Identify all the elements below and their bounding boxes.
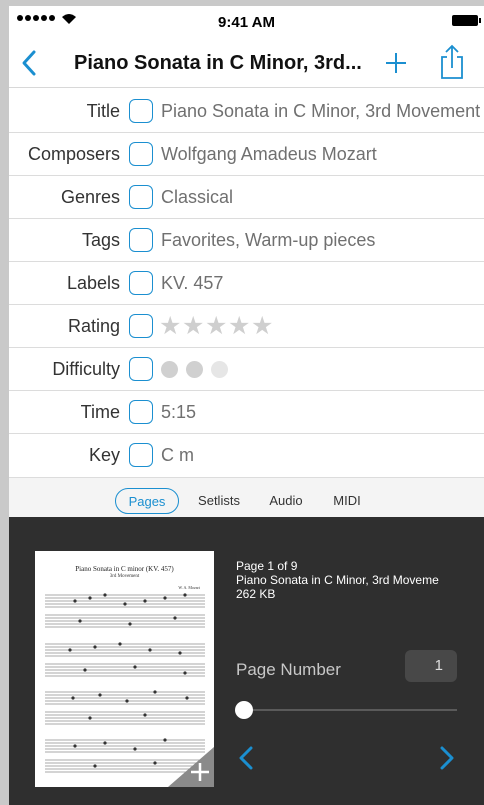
row-tags[interactable]: Tags Favorites, Warm-up pieces [9,219,484,262]
row-title[interactable]: Title Piano Sonata in C Minor, 3rd Movem… [9,90,484,133]
add-page-icon[interactable] [168,747,214,787]
star-icon[interactable]: ★ [159,314,182,339]
navigation-bar: Piano Sonata in C Minor, 3rd... [9,38,484,88]
page-title: Piano Sonata in C Minor, 3rd... [74,52,362,74]
page-info: Page 1 of 9 Piano Sonata in C Minor, 3rd… [236,559,476,601]
row-checkbox[interactable] [129,271,153,295]
metadata-list: Title Piano Sonata in C Minor, 3rd Movem… [9,90,484,477]
row-label: Tags [81,230,120,250]
next-page-icon[interactable] [438,745,456,771]
star-icon[interactable]: ★ [182,314,205,339]
row-checkbox[interactable] [129,314,153,338]
row-checkbox[interactable] [129,142,153,166]
row-value: Favorites, Warm-up pieces [161,230,376,250]
row-difficulty[interactable]: Difficulty [9,348,484,391]
row-label: Labels [66,273,120,293]
app-frame: 9:41 AM Piano Sonata in C Minor, 3rd... … [9,6,484,805]
page-file-name: Piano Sonata in C Minor, 3rd Moveme [236,573,439,587]
star-icon[interactable]: ★ [251,314,274,339]
page-count: Page 1 of 9 [236,559,298,573]
page-slider-track[interactable] [245,709,457,711]
row-checkbox[interactable] [129,185,153,209]
share-icon[interactable] [439,44,465,80]
thumbnail-composer: W. A. Mozart [178,585,200,590]
battery-icon [452,15,481,26]
difficulty-dot-icon[interactable] [161,361,178,378]
row-label: Genres [60,187,120,207]
row-checkbox[interactable] [129,357,153,381]
rating-stars[interactable]: ★ ★ ★ ★ ★ [159,314,274,339]
row-composers[interactable]: Composers Wolfgang Amadeus Mozart [9,133,484,176]
add-icon[interactable] [384,51,408,75]
row-value: Wolfgang Amadeus Mozart [161,144,377,164]
page-file-size: 262 KB [236,587,276,601]
row-label: Title [86,101,120,121]
status-bar: 9:41 AM [9,6,484,38]
row-value: 5:15 [161,402,197,422]
row-label: Composers [27,144,120,164]
row-value: KV. 457 [161,273,224,293]
thumbnail-subtitle: 3rd Movement [109,574,140,579]
row-genres[interactable]: Genres Classical [9,176,484,219]
row-checkbox[interactable] [129,443,153,467]
row-value: Classical [161,187,234,207]
difficulty-dots[interactable] [161,361,228,378]
previous-page-icon[interactable] [237,745,255,771]
row-label: Time [80,402,120,422]
difficulty-dot-icon[interactable] [211,361,228,378]
page-thumbnail[interactable]: Piano Sonata in C minor (KV. 457) 3rd Mo… [35,551,214,787]
page-number-label: Page Number [236,660,341,679]
tab-setlists[interactable]: Setlists [191,488,247,514]
row-key[interactable]: Key C m [9,434,484,477]
row-value: C m [161,445,194,465]
row-checkbox[interactable] [129,99,153,123]
status-time: 9:41 AM [218,14,275,31]
row-labels[interactable]: Labels KV. 457 [9,262,484,305]
page-slider-handle[interactable] [235,701,253,719]
thumbnail-title: Piano Sonata in C minor (KV. 457) [75,565,174,573]
row-label: Rating [67,316,120,336]
tab-midi[interactable]: MIDI [327,488,367,514]
row-rating[interactable]: Rating ★ ★ ★ ★ ★ [9,305,484,348]
difficulty-dot-icon[interactable] [186,361,203,378]
page-number-field[interactable]: 1 [405,650,457,682]
back-chevron-icon[interactable] [17,48,41,78]
row-label: Key [88,445,120,465]
segmented-tabs: Pages Setlists Audio MIDI [9,477,484,521]
row-value: Piano Sonata in C Minor, 3rd Movement [161,101,481,121]
star-icon[interactable]: ★ [205,314,228,339]
pages-panel: Piano Sonata in C minor (KV. 457) 3rd Mo… [9,517,484,805]
row-time[interactable]: Time 5:15 [9,391,484,434]
row-checkbox[interactable] [129,228,153,252]
row-label: Difficulty [52,359,120,379]
tab-audio[interactable]: Audio [263,488,309,514]
star-icon[interactable]: ★ [228,314,251,339]
tab-pages[interactable]: Pages [115,488,179,514]
row-checkbox[interactable] [129,400,153,424]
